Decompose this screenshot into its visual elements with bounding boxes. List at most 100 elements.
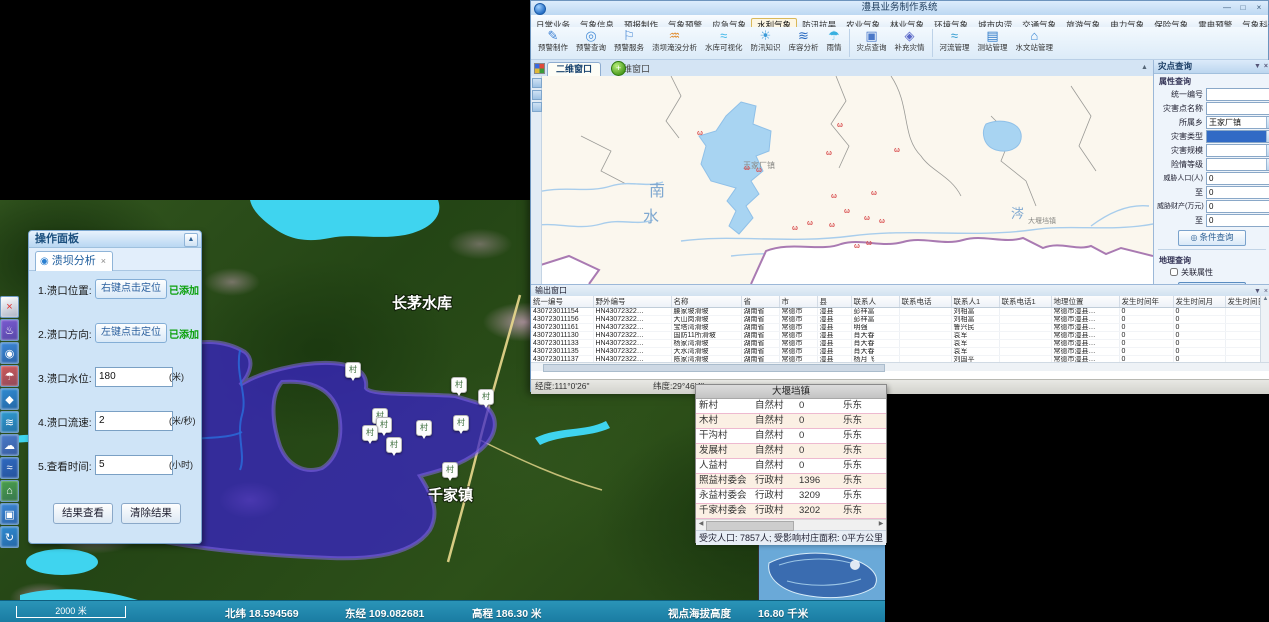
column-header[interactable]: 省 <box>741 296 779 308</box>
column-header[interactable]: 联系人 <box>851 296 899 308</box>
list-item[interactable]: 人益村自然村0乐东 <box>696 459 886 474</box>
disaster-marker[interactable]: ω <box>894 147 900 154</box>
pin-icon[interactable]: ▼ <box>1254 288 1261 295</box>
town-select[interactable]: 王家厂镇▼ <box>1206 116 1269 129</box>
table-row[interactable]: 430723011154HN43072322…腰家坡滑坡湖南省常德市澧县彭祥富刘… <box>531 308 1261 316</box>
tab-close-icon[interactable]: × <box>101 256 106 266</box>
layer-tool-icon[interactable] <box>532 78 542 88</box>
collapse-strip-icon[interactable]: ▲ <box>1141 64 1148 71</box>
tab-dam-break-analysis[interactable]: ◉溃坝分析× <box>35 251 113 271</box>
home-tool[interactable]: ⌂ <box>0 480 19 502</box>
column-header[interactable]: 发生时间月 <box>1173 296 1225 308</box>
village-pin[interactable]: 村 <box>362 425 378 441</box>
column-header[interactable]: 县 <box>817 296 851 308</box>
view-result-button[interactable]: 结果查看 <box>53 503 113 524</box>
table-row[interactable]: 430723011161HN43072322…宝塔湾滑坡湖南省常德市澧县明强鲁兴… <box>531 324 1261 332</box>
contact-tool[interactable]: ▣ <box>0 503 19 525</box>
flood-sim-tool[interactable]: ♨ <box>0 319 19 341</box>
clear-result-button[interactable]: 清除结果 <box>121 503 181 524</box>
disaster-marker[interactable]: ω <box>792 225 798 232</box>
toolbar-button-4[interactable]: ♒溃坝淹没分析 <box>648 27 701 52</box>
village-scrollbar[interactable]: ◀ ▶ <box>696 519 886 530</box>
panel-close-icon[interactable]: × <box>1264 63 1268 70</box>
toolbar-button-1[interactable]: ✎预警制作 <box>534 27 572 52</box>
value-input[interactable]: 5 <box>95 455 173 475</box>
river-tool[interactable]: ≈ <box>0 457 19 479</box>
panel-close-icon[interactable]: × <box>1264 288 1268 295</box>
assoc-attr-checkbox[interactable] <box>1170 268 1178 276</box>
scrollbar-thumb[interactable] <box>543 364 885 372</box>
table-row[interactable]: 430723011130HN43072322…国防11所滑坡湖南省常德市澧县肖大… <box>531 332 1261 340</box>
view-tab-1[interactable]: 二维窗口 <box>547 62 601 77</box>
list-item[interactable]: 永益村委会行政村3209乐东 <box>696 489 886 504</box>
column-header[interactable]: 统一编号 <box>531 296 593 308</box>
table-row[interactable]: 430723011156HN43072322…大山岗滑坡湖南省常德市澧县彭祥富刘… <box>531 316 1261 324</box>
list-item[interactable]: 干沟村自然村0乐东 <box>696 429 886 444</box>
zoom-tool-icon[interactable] <box>532 90 542 100</box>
column-header[interactable]: 联系电话 <box>899 296 951 308</box>
disaster-marker[interactable]: ω <box>879 218 885 225</box>
village-pin[interactable]: 村 <box>345 362 361 378</box>
collapse-button[interactable]: ▲ <box>184 233 198 247</box>
disaster-marker[interactable]: ω <box>844 208 850 215</box>
disaster-marker[interactable]: ω <box>826 150 832 157</box>
table-row[interactable]: 430723011133HN43072322…杨家湾滑坡湖南省常德市澧县肖大春袁… <box>531 340 1261 348</box>
scroll-left-icon[interactable]: ◀ <box>696 520 706 529</box>
waves-tool[interactable]: ≋ <box>0 411 19 433</box>
window-titlebar[interactable]: 澧县业务制作系统 — □ × <box>531 1 1268 16</box>
village-pin[interactable]: 村 <box>478 389 494 405</box>
column-header[interactable]: 联系电话1 <box>999 296 1051 308</box>
toolbar-button-11[interactable]: ≈河流管理 <box>936 27 974 52</box>
village-pin[interactable]: 村 <box>386 437 402 453</box>
disaster-marker[interactable]: ω <box>871 190 877 197</box>
disaster-marker[interactable]: ω <box>864 215 870 222</box>
disaster-marker[interactable]: ω <box>831 193 837 200</box>
reservoir-tool[interactable]: ◉ <box>0 342 19 364</box>
toolbar-button-13[interactable]: ⌂水文站管理 <box>1012 27 1058 52</box>
scrollbar-thumb[interactable] <box>706 521 794 531</box>
disaster-marker[interactable]: ω <box>829 222 835 229</box>
locate-button[interactable]: 左键点击定位 <box>95 323 167 343</box>
disaster-marker[interactable]: ω <box>744 165 750 172</box>
disaster-marker[interactable]: ω <box>697 130 703 137</box>
list-item[interactable]: 新村自然村0乐东 <box>696 399 886 414</box>
close-button[interactable]: × <box>1252 2 1266 13</box>
disaster-marker[interactable]: ω <box>807 220 813 227</box>
village-pin[interactable]: 村 <box>376 417 392 433</box>
add-view-button[interactable]: + <box>611 61 626 76</box>
disaster-marker[interactable]: ω <box>756 167 762 174</box>
table-row[interactable]: 430723011135HN43072322…大水湾滑坡湖南省常德市澧县肖大春袁… <box>531 348 1261 356</box>
list-item[interactable]: 木村自然村0乐东 <box>696 414 886 429</box>
population-input[interactable]: 0 <box>1206 172 1269 185</box>
column-header[interactable]: 发生时间日 <box>1225 296 1261 308</box>
horizontal-scrollbar[interactable] <box>531 362 1269 371</box>
asset-to-input[interactable]: 0 <box>1206 214 1269 227</box>
column-header[interactable]: 联系人1 <box>951 296 999 308</box>
value-input[interactable]: 180 <box>95 367 173 387</box>
vertical-scrollbar[interactable]: ▲ <box>1260 296 1269 362</box>
name-input[interactable] <box>1206 102 1269 115</box>
overview-minimap[interactable] <box>758 544 885 603</box>
scroll-right-icon[interactable]: ▶ <box>876 520 886 529</box>
village-pin[interactable]: 村 <box>453 415 469 431</box>
toolbar-button-2[interactable]: ◎预警查询 <box>572 27 610 52</box>
uid-input[interactable] <box>1206 88 1269 101</box>
village-pin[interactable]: 村 <box>442 462 458 478</box>
pin-icon[interactable]: ▼ <box>1254 63 1261 70</box>
asset-input[interactable]: 0 <box>1206 200 1269 213</box>
village-pin[interactable]: 村 <box>416 420 432 436</box>
type-select[interactable]: ▼ <box>1206 130 1269 143</box>
minimize-button[interactable]: — <box>1220 2 1234 13</box>
population-to-input[interactable]: 0 <box>1206 186 1269 199</box>
disaster-marker[interactable]: ω <box>837 122 843 129</box>
column-header[interactable]: 名称 <box>671 296 741 308</box>
toolbar-button-6[interactable]: ☀防汛知识 <box>747 27 785 52</box>
waterdrop-tool[interactable]: ◆ <box>0 388 19 410</box>
list-item[interactable]: 千家村委会行政村3202乐东 <box>696 504 886 519</box>
village-pin[interactable]: 村 <box>451 377 467 393</box>
maximize-button[interactable]: □ <box>1236 2 1250 13</box>
column-header[interactable]: 野外编号 <box>593 296 671 308</box>
village-panel-title[interactable]: 大堰垱镇 <box>696 385 886 399</box>
list-item[interactable]: 发展村自然村0乐东 <box>696 444 886 459</box>
toolbar-button-10[interactable]: ◈补充灾情 <box>891 27 929 52</box>
